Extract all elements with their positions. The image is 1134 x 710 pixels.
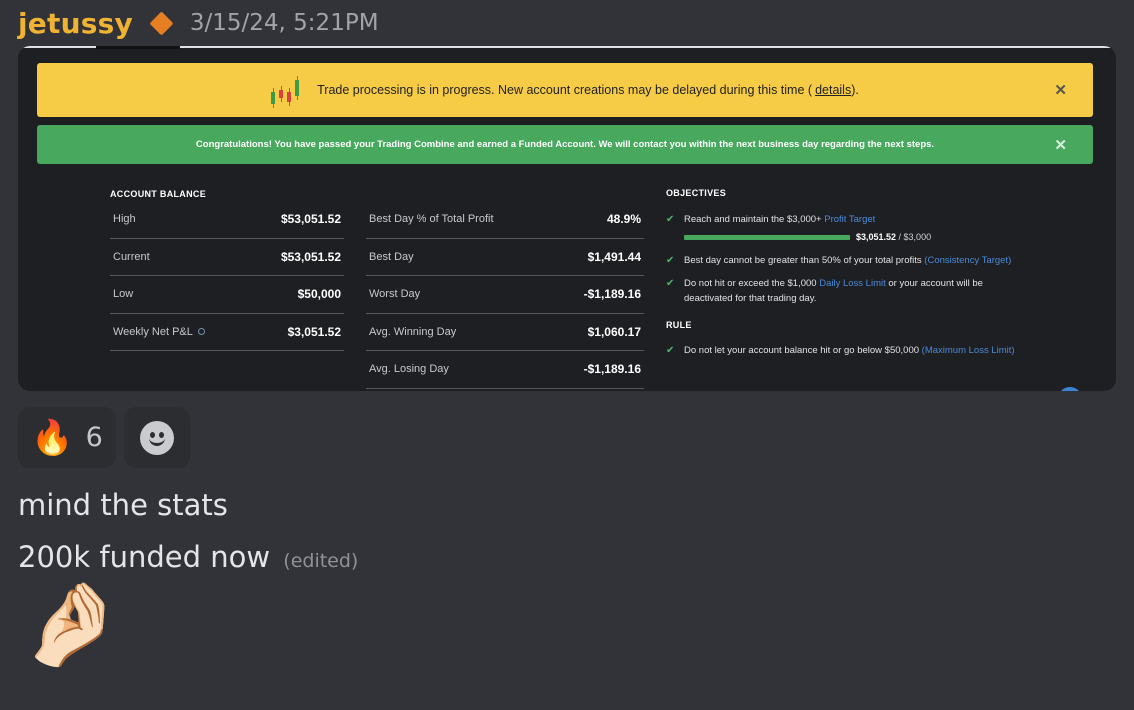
stat-label: Low [113, 288, 134, 301]
chat-bubble-icon[interactable] [1058, 387, 1082, 391]
congrats-text: Congratulations! You have passed your Tr… [195, 139, 935, 150]
profit-progress: $3,051.52 / $3,000 [684, 230, 1046, 245]
table-row: Best Day $1,491.44 [366, 239, 644, 276]
table-row: High $53,051.52 [110, 201, 344, 239]
table-row: Avg. Winning Day $1,060.17 [366, 314, 644, 351]
stat-value: $53,051.52 [280, 212, 341, 227]
stat-label: High [113, 213, 136, 226]
stat-value: -$1,189.16 [583, 362, 641, 377]
diamond-role-icon [149, 10, 174, 36]
rule-list: ✔ Do not let your account balance hit or… [666, 343, 1046, 358]
profit-target-link[interactable]: Profit Target [824, 214, 875, 225]
check-icon: ✔ [666, 345, 675, 356]
account-balance-title: ACCOUNT BALANCE [110, 189, 206, 199]
stat-value: $3,051.52 [287, 324, 341, 339]
maximum-loss-limit-link[interactable]: (Maximum Loss Limit) [922, 345, 1015, 356]
progress-text: $3,051.52 / $3,000 [856, 232, 932, 242]
fire-reaction-button[interactable]: 🔥 6 [18, 407, 116, 468]
add-reaction-smile-icon [140, 420, 174, 455]
embed-top-border [18, 46, 1116, 48]
table-row: Weekly Net P&L $3,051.52 [110, 314, 344, 351]
stat-label: Best Day % of Total Profit [369, 213, 494, 226]
processing-banner: Trade processing is in progress. New acc… [37, 63, 1093, 117]
candlestick-icon [271, 76, 303, 108]
objective-item: ✔ Reach and maintain the $3,000+ Profit … [666, 212, 1046, 245]
table-row: Low $50,000 [110, 276, 344, 314]
check-icon: ✔ [666, 278, 675, 289]
rule-item: ✔ Do not let your account balance hit or… [666, 345, 1015, 356]
details-link[interactable]: details [815, 83, 851, 97]
reaction-count: 6 [85, 422, 103, 453]
username[interactable]: jetussy [18, 7, 133, 40]
timestamp[interactable]: 3/15/24, 5:21PM [190, 10, 379, 36]
stat-value: $1,060.17 [587, 324, 641, 339]
embed-top-tab [96, 46, 180, 49]
table-row: Current $53,051.52 [110, 239, 344, 276]
day-stats-table: Best Day % of Total Profit 48.9% Best Da… [366, 201, 644, 389]
rule-title: RULE [666, 320, 692, 330]
progress-bar [684, 235, 850, 240]
processing-text: Trade processing is in progress. New acc… [317, 83, 859, 97]
congrats-banner: Congratulations! You have passed your Tr… [37, 125, 1093, 164]
table-row: Avg. Losing Day -$1,189.16 [366, 351, 644, 389]
message-line: 200k funded now (edited) [18, 540, 359, 574]
add-reaction-button[interactable] [124, 407, 190, 468]
message-header: jetussy 3/15/24, 5:21PM [18, 6, 379, 40]
close-icon[interactable]: ✕ [1054, 136, 1067, 154]
edited-label: (edited) [283, 550, 359, 572]
account-balance-table: High $53,051.52 Current $53,051.52 Low $… [110, 201, 344, 351]
stat-label: Worst Day [369, 288, 421, 301]
screenshot-embed[interactable]: Trade processing is in progress. New acc… [18, 46, 1116, 391]
close-icon[interactable]: ✕ [1054, 81, 1067, 99]
message-line: mind the stats [18, 488, 228, 522]
consistency-target-link[interactable]: (Consistency Target) [924, 255, 1011, 266]
objective-item: ✔ Best day cannot be greater than 50% of… [666, 255, 1012, 266]
objectives-list: ✔ Reach and maintain the $3,000+ Profit … [666, 212, 1046, 306]
fire-icon: 🔥 [31, 417, 74, 458]
check-icon: ✔ [666, 214, 675, 225]
reactions-bar: 🔥 6 [18, 407, 190, 468]
daily-loss-limit-link[interactable]: Daily Loss Limit [819, 278, 886, 289]
table-row: Best Day % of Total Profit 48.9% [366, 201, 644, 239]
objectives-title: OBJECTIVES [666, 188, 727, 198]
stat-value: $50,000 [297, 287, 341, 302]
pinched-fingers-emoji: 🤌🏻 [20, 577, 123, 672]
stat-label: Avg. Losing Day [369, 363, 449, 376]
stat-value: -$1,189.16 [583, 287, 641, 302]
table-row: Worst Day -$1,189.16 [366, 276, 644, 314]
stat-label: Best Day [369, 250, 414, 263]
info-icon[interactable] [197, 327, 205, 335]
objective-item: ✔ Do not hit or exceed the $1,000 Daily … [666, 278, 983, 304]
stat-value: $1,491.44 [587, 249, 641, 264]
progress-fill [684, 235, 850, 240]
stat-value: 48.9% [606, 212, 641, 227]
stat-label: Weekly Net P&L [113, 326, 205, 338]
check-icon: ✔ [666, 255, 675, 266]
stat-label: Avg. Winning Day [369, 325, 457, 338]
stat-label: Current [113, 250, 150, 263]
stat-value: $53,051.52 [280, 249, 341, 264]
